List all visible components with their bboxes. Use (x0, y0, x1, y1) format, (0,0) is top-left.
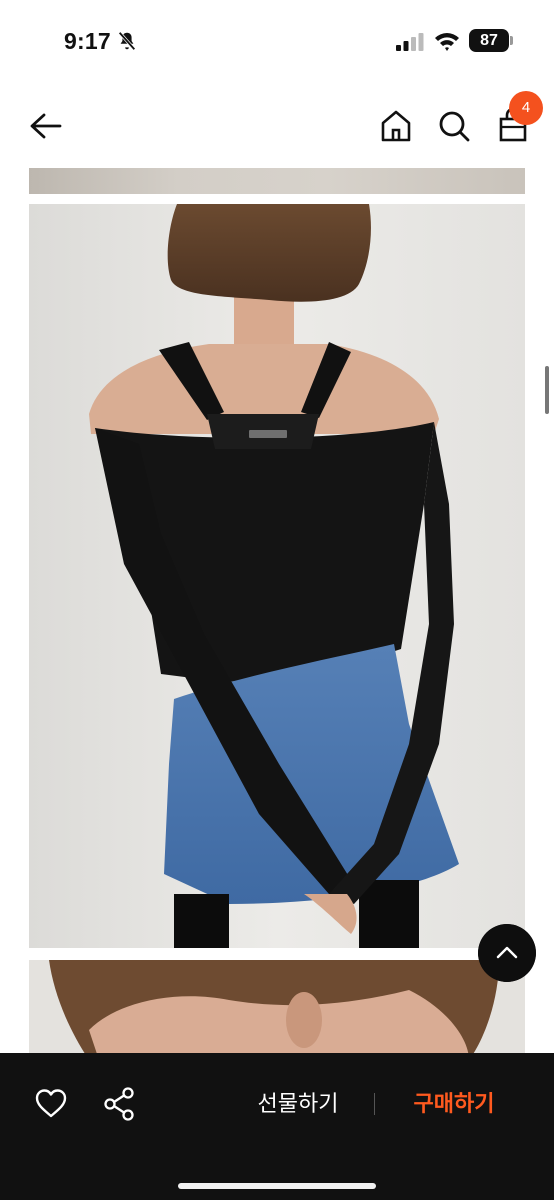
heart-icon[interactable] (34, 1087, 68, 1121)
action-divider (374, 1093, 375, 1115)
buy-button[interactable]: 구매하기 (392, 1083, 516, 1125)
top-nav (0, 88, 554, 168)
chevron-up-icon[interactable] (478, 924, 536, 982)
scroll-indicator[interactable] (545, 366, 549, 414)
wifi-icon (435, 33, 459, 51)
status-bar: 9:17 87 (0, 0, 554, 80)
battery-cap (510, 36, 513, 45)
bell-off-icon (118, 31, 136, 51)
product-image-next (29, 960, 525, 1060)
home-icon[interactable] (376, 106, 416, 146)
bottom-action-bar: 선물하기 구매하기 (0, 1053, 554, 1200)
status-time: 9:17 (64, 28, 111, 54)
product-image-main (29, 204, 525, 948)
search-icon[interactable] (434, 106, 474, 146)
back-arrow-icon[interactable] (26, 106, 66, 146)
product-image-previous (29, 168, 525, 194)
gift-button[interactable]: 선물하기 (238, 1083, 358, 1125)
battery-indicator: 87 (469, 29, 509, 52)
cart-count-badge: 4 (509, 91, 543, 125)
home-indicator (178, 1183, 376, 1189)
share-icon[interactable] (102, 1086, 136, 1122)
signal-icon (396, 33, 424, 51)
